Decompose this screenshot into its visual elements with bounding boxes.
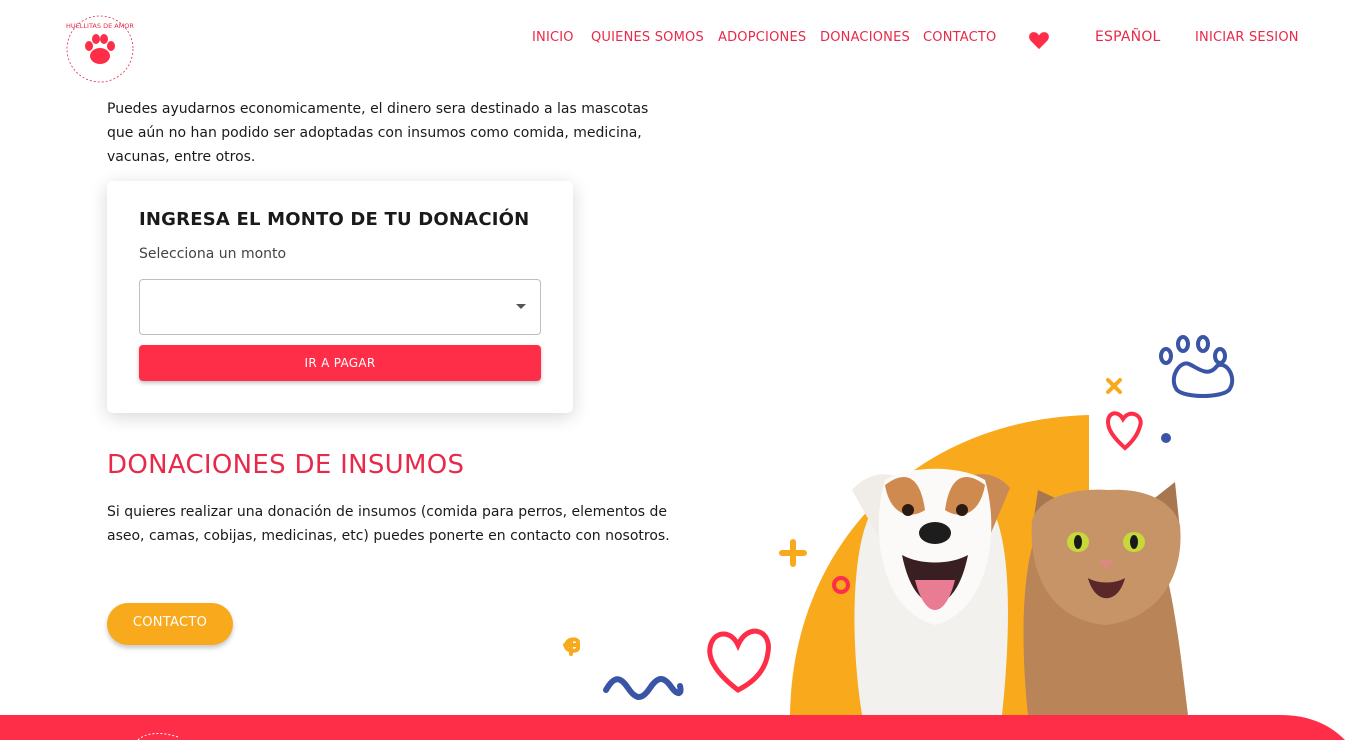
dot-shape bbox=[1161, 433, 1171, 443]
login-link[interactable]: INICIAR SESION bbox=[1195, 30, 1299, 45]
contact-button[interactable]: CONTACTO bbox=[107, 603, 233, 645]
footer-band bbox=[0, 715, 1345, 740]
plus-icon bbox=[779, 539, 807, 567]
donation-intro-text: Puedes ayudarnos economicamente, el dine… bbox=[107, 101, 649, 165]
logo-ring-text: HUELLITAS DE AMOR bbox=[66, 22, 134, 30]
dog-image bbox=[852, 468, 1010, 715]
nav-adopciones[interactable]: ADOPCIONES bbox=[718, 30, 806, 45]
big-heart-outline-icon bbox=[707, 628, 771, 693]
heart-outline-icon bbox=[1105, 411, 1143, 451]
main-nav: INICIO QUIENES SOMOS ADOPCIONES DONACION… bbox=[0, 29, 1362, 50]
paw-icon bbox=[1159, 335, 1235, 398]
language-selector[interactable]: ESPAÑOL bbox=[1095, 29, 1161, 45]
caret-down-icon bbox=[516, 304, 526, 309]
nav-inicio[interactable]: INICIO bbox=[532, 30, 574, 45]
pay-button[interactable]: IR A PAGAR bbox=[139, 345, 541, 381]
amount-select[interactable] bbox=[139, 279, 541, 335]
nav-donaciones[interactable]: DONACIONES bbox=[820, 30, 910, 45]
nav-contacto[interactable]: CONTACTO bbox=[923, 30, 996, 45]
squiggle-shape bbox=[603, 676, 684, 700]
donation-card: INGRESA EL MONTO DE TU DONACIÓN Seleccio… bbox=[107, 181, 573, 413]
cross-icon bbox=[1106, 378, 1122, 394]
nav-quienes-somos[interactable]: QUIENES SOMOS bbox=[591, 30, 704, 45]
site-header: HUELLITAS DE AMOR INICIO QUIENES SOMOS A… bbox=[0, 0, 1362, 86]
pets-illustration bbox=[563, 335, 1235, 715]
supplies-title: DONACIONES DE INSUMOS bbox=[107, 450, 465, 480]
heart-icon[interactable] bbox=[1028, 30, 1050, 50]
cat-image bbox=[1023, 482, 1188, 715]
donation-card-title: INGRESA EL MONTO DE TU DONACIÓN bbox=[139, 209, 530, 230]
plus-outline-icon bbox=[563, 637, 580, 656]
amount-label: Selecciona un monto bbox=[139, 246, 287, 262]
